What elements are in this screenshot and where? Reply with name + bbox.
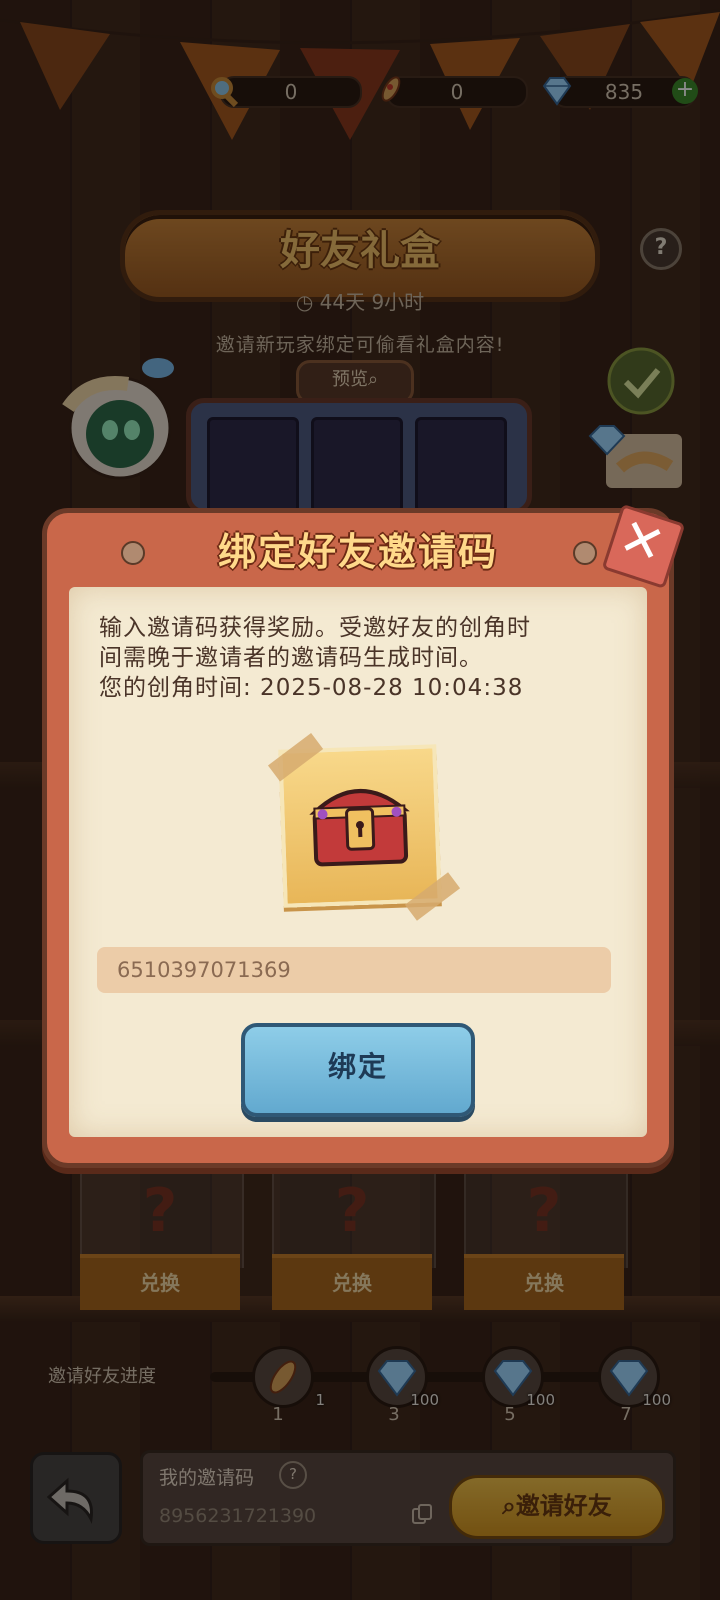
description-line: 输入邀请码获得奖励。受邀好友的创角时	[99, 615, 531, 641]
treasure-chest-icon	[309, 789, 410, 867]
bind-invite-code-dialog: 绑定好友邀请码 输入邀请码获得奖励。受邀好友的创角时 间需晚于邀请者的邀请码生成…	[42, 508, 674, 1168]
dialog-description: 输入邀请码获得奖励。受邀好友的创角时 间需晚于邀请者的邀请码生成时间。 您的创角…	[99, 613, 639, 703]
dialog-paper: 输入邀请码获得奖励。受邀好友的创角时 间需晚于邀请者的邀请码生成时间。 您的创角…	[69, 587, 647, 1137]
creation-time-line: 您的创角时间: 2025-08-28 10:04:38	[99, 675, 524, 701]
description-line: 间需晚于邀请者的邀请码生成时间。	[99, 645, 483, 671]
bind-button[interactable]: 绑定	[241, 1023, 475, 1117]
invite-code-input[interactable]: 6510397071369	[97, 947, 611, 993]
bolt-decoration	[573, 541, 597, 565]
dialog-header: 绑定好友邀请码	[47, 513, 669, 589]
reward-card	[267, 732, 461, 921]
